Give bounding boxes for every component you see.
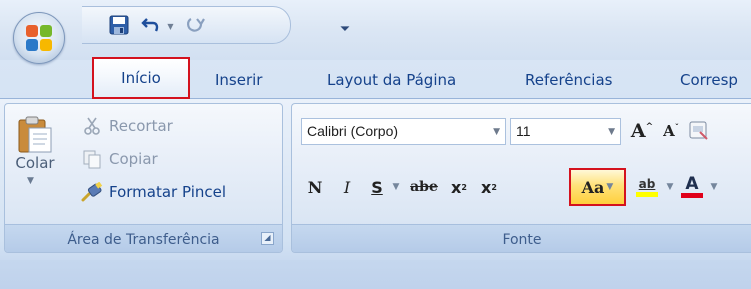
brush-icon — [81, 181, 103, 203]
font-name-value: Calibri (Corpo) — [307, 123, 399, 139]
italic-glyph: I — [343, 177, 351, 197]
clipboard-group: Colar ▼ Recortar Copiar Formatar Pincel … — [4, 103, 283, 253]
redo-button[interactable] — [182, 12, 208, 38]
font-group: Calibri (Corpo) ▼ 11 ▼ A^ Aˇ N I S ▼ abe… — [291, 103, 751, 253]
clipboard-group-label: Área de Transferência — [67, 232, 220, 248]
highlight-color-bar — [636, 192, 658, 197]
scissors-icon — [81, 115, 103, 137]
paste-button[interactable] — [15, 114, 55, 158]
office-logo — [26, 25, 52, 51]
redo-icon — [187, 18, 205, 32]
subscript-button[interactable]: x2 — [446, 172, 472, 202]
subscript-glyph: x — [451, 177, 462, 197]
underline-dropdown-arrow[interactable]: ▼ — [390, 172, 402, 202]
copy-label: Copiar — [109, 150, 158, 168]
ribbon: Colar ▼ Recortar Copiar Formatar Pincel … — [0, 98, 751, 260]
shrink-font-button[interactable]: Aˇ — [658, 116, 684, 146]
highlight-icon: ab — [636, 177, 658, 197]
clipboard-group-footer: Área de Transferência ◢ — [5, 224, 282, 252]
undo-icon — [141, 18, 159, 32]
tab-label: Início — [121, 69, 161, 87]
font-name-combo[interactable]: Calibri (Corpo) ▼ — [301, 118, 506, 145]
undo-dropdown-arrow[interactable]: ▼ — [166, 23, 175, 31]
format-painter-button[interactable]: Formatar Pincel — [81, 178, 226, 206]
highlight-button[interactable]: ab — [632, 172, 662, 202]
cut-label: Recortar — [109, 117, 173, 135]
font-color-dropdown-arrow[interactable]: ▼ — [708, 172, 720, 202]
change-case-dropdown-arrow[interactable]: ▼ — [606, 182, 613, 192]
copy-icon — [81, 148, 103, 170]
shrink-font-glyph: A — [663, 122, 675, 140]
grow-font-glyph: A — [630, 120, 646, 142]
clear-formatting-button[interactable] — [686, 116, 712, 146]
customize-qat-button[interactable]: ⏷ — [338, 23, 352, 37]
bold-glyph: N — [307, 177, 323, 197]
tab-layout-da-pagina[interactable]: Layout da Página — [327, 63, 456, 96]
underline-glyph: S — [371, 177, 383, 197]
highlight-dropdown-arrow[interactable]: ▼ — [664, 172, 676, 202]
chevron-down-icon[interactable]: ▼ — [608, 127, 615, 137]
font-color-button[interactable]: A — [678, 172, 706, 202]
shrink-font-icon: Aˇ — [663, 122, 679, 140]
grow-font-button[interactable]: A^ — [628, 116, 656, 146]
tab-inserir[interactable]: Inserir — [215, 63, 262, 96]
strikethrough-button[interactable]: abe — [406, 172, 442, 202]
italic-button[interactable]: I — [336, 172, 358, 202]
office-button[interactable] — [13, 12, 65, 64]
chevron-down-icon[interactable]: ▼ — [493, 127, 500, 137]
font-color-glyph: A — [685, 174, 699, 194]
paste-label[interactable]: Colar — [11, 154, 59, 172]
bold-button[interactable]: N — [304, 172, 326, 202]
copy-button[interactable]: Copiar — [81, 145, 158, 173]
tab-label: Referências — [525, 70, 613, 89]
tab-label: Corresp — [680, 70, 738, 89]
tab-label: Layout da Página — [327, 70, 457, 89]
save-icon — [109, 15, 129, 35]
document-area-top — [0, 260, 751, 289]
font-size-value: 11 — [516, 123, 531, 139]
paste-dropdown-arrow[interactable]: ▼ — [27, 176, 34, 186]
undo-button[interactable] — [138, 12, 164, 38]
tab-correspondencias[interactable]: Corresp — [680, 63, 738, 96]
format-painter-label: Formatar Pincel — [109, 183, 227, 201]
clear-formatting-icon — [689, 121, 708, 140]
cut-button[interactable]: Recortar — [81, 112, 173, 140]
font-color-bar — [681, 193, 703, 198]
clipboard-dialog-launcher[interactable]: ◢ — [261, 232, 274, 245]
font-group-label: Fonte — [502, 232, 542, 248]
strikethrough-glyph: abe — [410, 179, 438, 195]
font-color-icon: A — [681, 176, 703, 198]
change-case-button[interactable]: Aa ▼ — [569, 168, 626, 206]
paste-icon — [18, 116, 52, 153]
highlight-glyph: ab — [638, 177, 656, 191]
grow-font-icon: A^ — [630, 120, 654, 142]
tab-referencias[interactable]: Referências — [525, 63, 612, 96]
font-size-combo[interactable]: 11 ▼ — [510, 118, 621, 145]
superscript-glyph: x — [481, 177, 492, 197]
tab-inicio[interactable]: Início — [92, 57, 190, 99]
tab-label: Inserir — [215, 70, 263, 89]
save-button[interactable] — [106, 12, 132, 38]
superscript-button[interactable]: x2 — [476, 172, 502, 202]
underline-button[interactable]: S — [366, 172, 388, 202]
quick-access-toolbar: ▼ ⏷ — [82, 6, 350, 44]
change-case-glyph: Aa — [581, 177, 605, 197]
font-group-footer: Fonte — [292, 224, 751, 252]
